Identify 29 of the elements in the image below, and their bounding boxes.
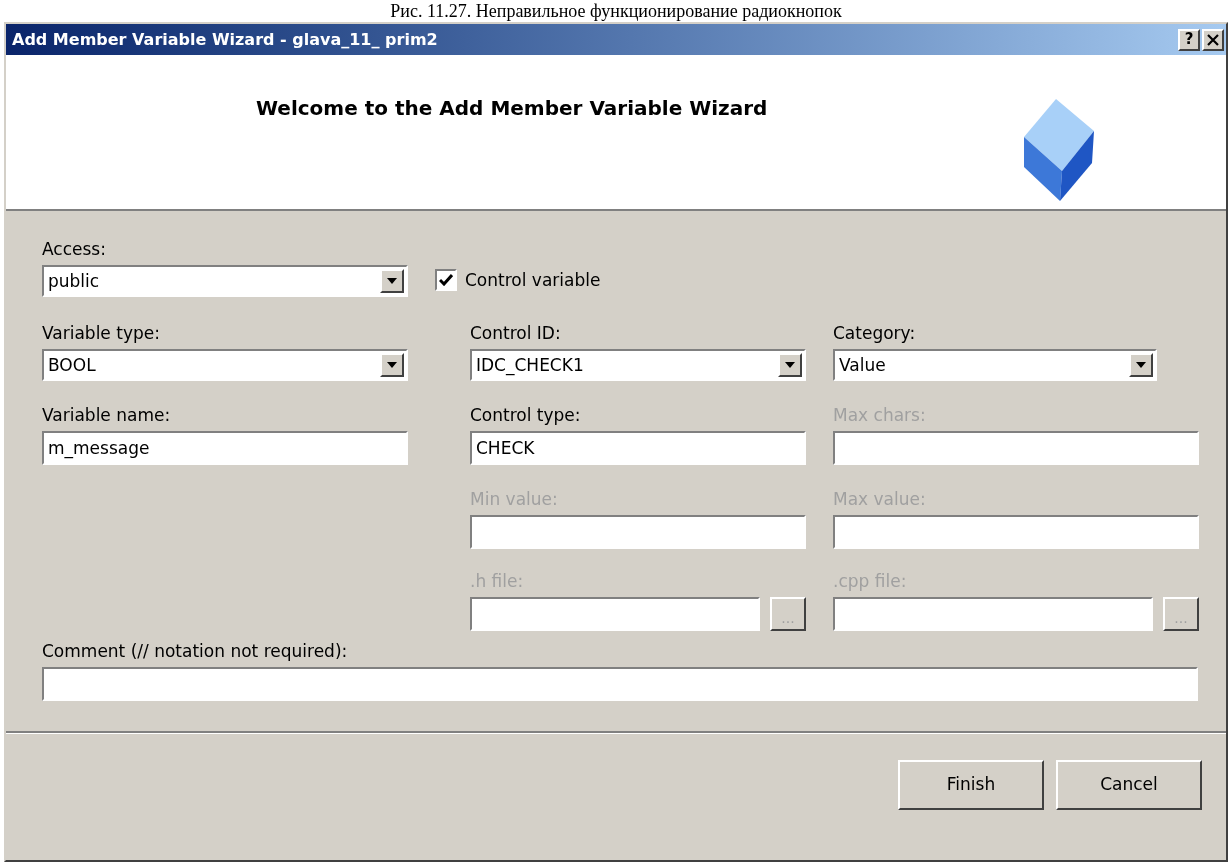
field-label: Comment (// notation not required): [42, 641, 349, 661]
figure-caption: Рис. 11.27. Неправильное функционирование радиокнопок [390, 0, 842, 22]
text-field[interactable]: m_message [42, 431, 408, 465]
dropdown-value: public [48, 272, 100, 290]
dropdown-value: Value [839, 356, 886, 374]
dropdown[interactable]: IDC_CHECK1 [470, 349, 806, 381]
checkbox-label: Control variable [465, 268, 601, 292]
close-icon [1207, 33, 1219, 46]
text-field[interactable]: CHECK [470, 431, 806, 465]
check-icon [439, 274, 453, 287]
dropdown[interactable]: BOOL [42, 349, 408, 381]
dropdown-value: IDC_CHECK1 [476, 356, 584, 374]
header-title: Welcome to the Add Member Variable Wizard [256, 95, 768, 122]
dropdown[interactable]: Value [833, 349, 1157, 381]
checkbox[interactable] [435, 269, 457, 292]
window-title: Add Member Variable Wizard - glava_11_ prim2 [12, 28, 438, 51]
field-label: Access: [42, 239, 107, 259]
field-label: Control ID: [470, 323, 562, 343]
dropdown-value: BOOL [48, 356, 96, 374]
field-label: Category: [833, 323, 917, 343]
close-button[interactable] [1202, 28, 1224, 51]
field-label: Variable type: [42, 323, 161, 343]
dialog-button[interactable]: Cancel [1056, 760, 1202, 810]
field-label: Variable name: [42, 405, 172, 425]
dropdown[interactable]: public [42, 265, 408, 297]
help-button[interactable]: ? [1178, 28, 1200, 51]
dialog-button[interactable]: Finish [898, 760, 1044, 810]
field-label: Control type: [470, 405, 582, 425]
text-field[interactable] [42, 667, 1198, 701]
